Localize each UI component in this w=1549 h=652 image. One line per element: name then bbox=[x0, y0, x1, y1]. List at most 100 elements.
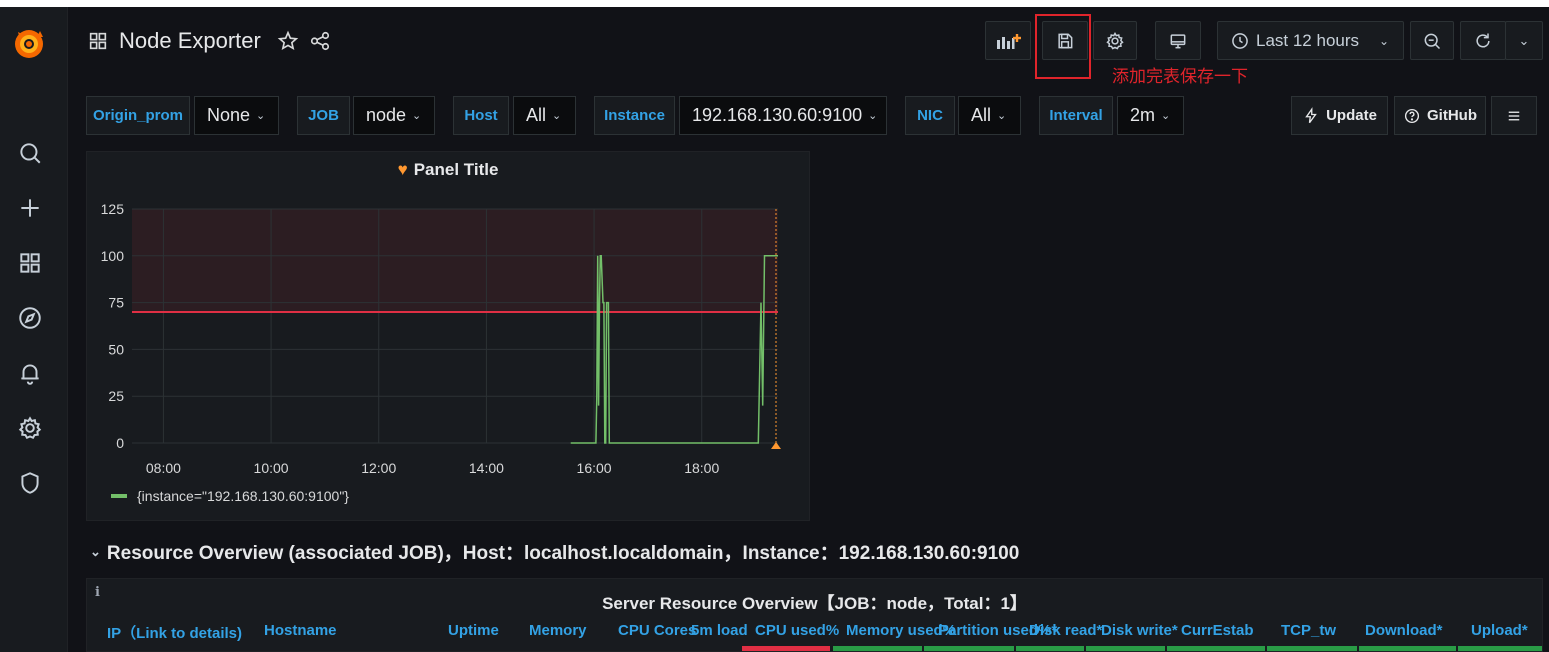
view-mode-button[interactable] bbox=[1155, 21, 1201, 60]
table-column-header[interactable]: Memory bbox=[529, 622, 587, 639]
menu-button[interactable] bbox=[1491, 96, 1537, 135]
dashboard-header: Node Exporter bbox=[87, 26, 331, 56]
hamburger-menu-icon bbox=[1508, 111, 1520, 120]
question-circle-icon bbox=[1404, 108, 1420, 123]
table-column-header[interactable]: Upload* bbox=[1471, 622, 1528, 639]
shield-icon[interactable] bbox=[14, 467, 46, 499]
clock-icon bbox=[1232, 32, 1248, 49]
add-panel-icon bbox=[997, 33, 1021, 49]
chevron-down-icon: ⌄ bbox=[552, 110, 562, 122]
table-cell-status bbox=[1267, 646, 1357, 651]
dashboard-grid-icon bbox=[89, 32, 107, 50]
grafana-logo-icon[interactable] bbox=[10, 25, 48, 63]
variable-label-instance: Instance bbox=[594, 96, 675, 135]
chart-legend: {instance="192.168.130.60:9100"} bbox=[111, 488, 349, 504]
table-cell-status bbox=[742, 646, 830, 651]
y-tick-label: 100 bbox=[101, 248, 125, 264]
update-link-button[interactable]: Update bbox=[1291, 96, 1388, 135]
legend-swatch bbox=[111, 494, 127, 498]
gear-icon bbox=[1106, 31, 1124, 49]
table-column-header[interactable]: Uptime bbox=[448, 622, 499, 639]
x-tick-label: 12:00 bbox=[361, 460, 396, 476]
line-chart[interactable]: 0 25 50 75 100 125 08:00 10:00 12:00 14:00 16:00 18… bbox=[87, 152, 811, 482]
github-label: GitHub bbox=[1427, 107, 1477, 124]
zoom-out-icon bbox=[1424, 33, 1441, 49]
variable-label-origin-prom: Origin_prom bbox=[86, 96, 190, 135]
refresh-interval-dropdown[interactable]: ⌄ bbox=[1505, 21, 1543, 60]
chevron-down-icon: ⌄ bbox=[868, 110, 878, 122]
x-tick-label: 10:00 bbox=[254, 460, 289, 476]
variable-select-interval[interactable]: 2m ⌄ bbox=[1117, 96, 1184, 135]
dashboard-settings-button[interactable] bbox=[1093, 21, 1137, 60]
bell-icon[interactable] bbox=[14, 357, 46, 389]
variable-select-job[interactable]: node ⌄ bbox=[353, 96, 435, 135]
table-column-header[interactable]: CurrEstab bbox=[1181, 622, 1254, 639]
monitor-icon bbox=[1170, 33, 1186, 48]
star-icon[interactable] bbox=[277, 30, 299, 52]
y-tick-label: 0 bbox=[116, 435, 124, 451]
graph-panel: ♥ Panel Title 0 25 50 75 100 125 08:00 10:00 12:0… bbox=[86, 151, 810, 521]
compass-icon[interactable] bbox=[14, 302, 46, 334]
table-cell-status bbox=[1458, 646, 1542, 651]
time-range-label: Last 12 hours bbox=[1256, 30, 1360, 50]
table-column-header[interactable]: Disk read* bbox=[1029, 622, 1102, 639]
refresh-icon bbox=[1476, 33, 1490, 47]
variable-label-nic: NIC bbox=[905, 96, 955, 135]
variable-select-origin-prom[interactable]: None ⌄ bbox=[194, 96, 279, 135]
variable-label-interval: Interval bbox=[1039, 96, 1113, 135]
y-tick-label: 25 bbox=[108, 388, 124, 404]
variable-value: 192.168.130.60:9100 bbox=[692, 105, 863, 125]
chevron-down-icon: ⌄ bbox=[1379, 33, 1390, 48]
share-icon[interactable] bbox=[309, 30, 331, 52]
github-link-button[interactable]: GitHub bbox=[1394, 96, 1486, 135]
variable-value: node bbox=[366, 105, 407, 125]
gear-icon[interactable] bbox=[14, 412, 46, 444]
dashboards-icon[interactable] bbox=[14, 247, 46, 279]
chevron-down-icon: ⌄ bbox=[256, 110, 266, 122]
chevron-down-icon: ⌄ bbox=[412, 110, 422, 122]
chevron-down-icon: ⌄ bbox=[1518, 32, 1530, 48]
table-cell-status bbox=[833, 646, 922, 651]
x-tick-label: 14:00 bbox=[469, 460, 504, 476]
variable-select-host[interactable]: All ⌄ bbox=[513, 96, 576, 135]
refresh-button[interactable] bbox=[1460, 21, 1506, 60]
table-cell-status bbox=[1016, 646, 1084, 651]
table-cell-status bbox=[1167, 646, 1265, 651]
table-column-header[interactable]: 5m load bbox=[691, 622, 748, 639]
table-panel: i Server Resource Overview【JOB：node，Tota… bbox=[86, 578, 1543, 652]
x-tick-label: 16:00 bbox=[577, 460, 612, 476]
bolt-icon bbox=[1305, 106, 1317, 123]
variable-value: All bbox=[971, 105, 992, 125]
table-cell-status bbox=[1359, 646, 1456, 651]
dashboard-title[interactable]: Node Exporter bbox=[119, 28, 261, 54]
row-title: Resource Overview (associated JOB)，Host：… bbox=[106, 543, 1020, 564]
table-cell-status bbox=[1086, 646, 1165, 651]
chevron-down-icon: ⌄ bbox=[90, 543, 101, 559]
table-column-header[interactable]: Disk write* bbox=[1101, 622, 1178, 639]
table-column-header[interactable]: Hostname bbox=[264, 622, 337, 639]
table-column-header[interactable]: Download* bbox=[1365, 622, 1443, 639]
side-menu bbox=[0, 7, 68, 652]
y-tick-label: 50 bbox=[108, 341, 124, 357]
annotation-highlight-box bbox=[1035, 14, 1091, 79]
table-column-header[interactable]: CPU Cores bbox=[618, 622, 696, 639]
plus-icon[interactable] bbox=[14, 192, 46, 224]
table-column-header[interactable]: TCP_tw bbox=[1281, 622, 1336, 639]
add-panel-button[interactable] bbox=[985, 21, 1031, 60]
threshold-region bbox=[132, 209, 778, 312]
y-tick-label: 75 bbox=[108, 295, 124, 311]
variable-select-nic[interactable]: All ⌄ bbox=[958, 96, 1021, 135]
y-tick-label: 125 bbox=[101, 201, 125, 217]
window-top-strip bbox=[0, 0, 1549, 7]
zoom-out-button[interactable] bbox=[1410, 21, 1454, 60]
annotation-text: 添加完表保存一下 bbox=[1112, 67, 1248, 86]
legend-series-label[interactable]: {instance="192.168.130.60:9100"} bbox=[137, 488, 349, 504]
table-column-header[interactable]: IP（Link to details) bbox=[107, 622, 242, 643]
row-header[interactable]: ⌄ Resource Overview (associated JOB)，Hos… bbox=[90, 538, 1019, 565]
search-icon[interactable] bbox=[14, 137, 46, 169]
table-title: Server Resource Overview【JOB：node，Total：… bbox=[602, 594, 1027, 613]
variable-select-instance[interactable]: 192.168.130.60:9100 ⌄ bbox=[679, 96, 887, 135]
time-picker-button[interactable]: Last 12 hours ⌄ bbox=[1217, 21, 1404, 60]
update-label: Update bbox=[1326, 107, 1377, 124]
table-column-header[interactable]: CPU used% bbox=[755, 622, 839, 639]
